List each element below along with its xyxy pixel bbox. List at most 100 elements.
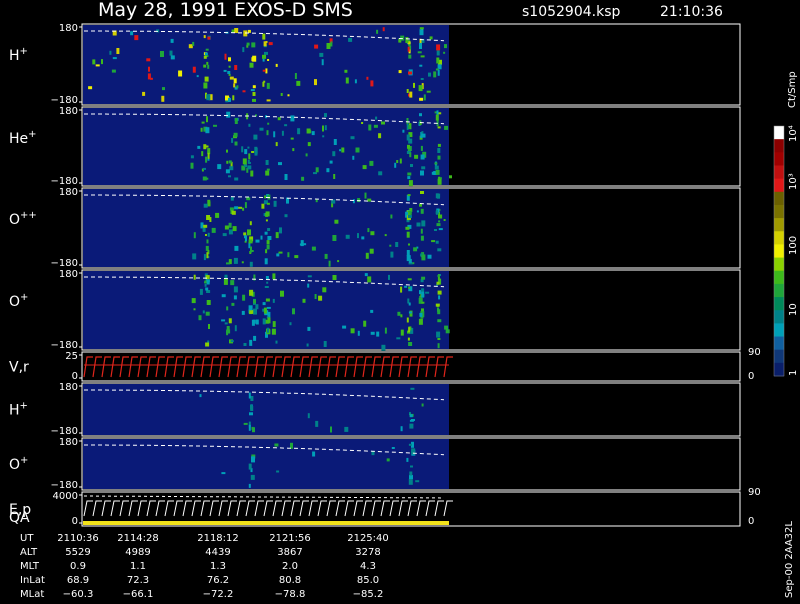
spectrogram-cell [406,118,409,124]
spectrogram-cell [444,325,449,330]
spectrogram-cell [230,196,234,201]
spectrogram-cell [437,338,441,340]
orbit-value: 85.0 [357,575,379,586]
spectrogram-cell [207,201,211,207]
spectrogram-cell [438,176,441,179]
spectrogram-cell [408,243,410,246]
spectrogram-cell [437,155,441,160]
spectrogram-cell [248,153,251,160]
orbit-value: 76.2 [207,575,229,586]
spectrogram-cell [271,328,276,335]
spectrogram-cell [319,52,324,57]
panel-label-sup: + [28,129,36,140]
y-tick-top: 180 [59,382,78,393]
spectrogram-cell [311,131,315,136]
spectrogram-cell [243,343,247,346]
spectrogram-cell [400,286,403,293]
spectrogram-cell [389,244,392,247]
spectrogram-cell [208,324,210,329]
spectrogram-cell [307,413,310,419]
spectrogram-cell [435,114,439,121]
spectrogram-cell [234,325,237,332]
spectrogram-cell [238,206,243,209]
panel-label: O+ [9,292,28,310]
spectrogram-cell [436,110,439,115]
y-tick-top: 180 [59,269,78,280]
y-tick-bottom: −180 [51,95,78,106]
spectrogram-cell [420,145,423,151]
spectrogram-cell [434,165,439,170]
spectrogram-cell [203,64,207,68]
spectrogram-cell [116,48,120,54]
y-tick-bottom: −180 [51,426,78,437]
spectrogram-cell [425,291,430,294]
spectrogram-cell [405,37,409,43]
spectrogram-cell [409,475,413,479]
spectrogram-cell [284,174,288,180]
plot-title: May 28, 1991 EXOS-D SMS [98,0,353,21]
spectrogram-cell [330,41,333,47]
spectrogram-cell [248,483,251,488]
spectrogram-cell [249,339,253,346]
spectrogram-cell [419,97,424,101]
spectrogram-cell [251,151,255,153]
orbit-row: MLT 0.9 1.1 1.3 2.0 4.3 [20,561,376,572]
orbit-value: −66.1 [123,589,154,600]
orbit-row: UT 2110:36 2114:28 2118:12 2121:56 2125:40 [20,533,389,544]
spectrogram-cell [275,142,278,147]
spectrogram-cell [266,130,269,136]
spectrogram-cell [272,273,276,280]
spectrogram-cell [311,246,316,251]
header: May 28, 1991 EXOS-D SMS s1052904.ksp 21:… [98,0,723,21]
spectrogram-cell [364,273,368,277]
spectrogram-cell [396,337,401,340]
spectrogram-cell [263,307,267,314]
spectrogram-cell [233,295,237,300]
spectrogram-cell [409,419,414,422]
spectrogram-cell [170,55,175,60]
spectrogram-cell [251,42,256,48]
spectrogram-cell [231,137,234,143]
spectrogram-cell [225,169,230,174]
spectrogram-cell [252,85,256,89]
orbit-value: 1.3 [210,561,226,572]
spectrogram-cell [266,327,269,333]
spectrogram-cell [302,243,307,246]
colorbar-swatch [774,165,784,180]
spectrogram-cell [264,51,268,55]
spectrogram-cell [350,328,355,334]
orbit-row-name: InLat [20,575,45,586]
spectrogram-cell [405,226,410,230]
spectrogram-cell [206,239,209,244]
spectrogram-cell [246,197,251,201]
orbit-value: −78.8 [275,589,306,600]
spectrogram-cell [226,262,230,265]
spectrogram-cell [227,71,231,74]
spectrogram-cell [260,235,263,240]
spectrogram-cell [215,212,220,218]
spectrogram-cell [419,29,424,36]
spectrogram-cell [427,254,432,259]
spectrogram-cell [203,203,208,208]
spectrogram-cell [315,420,319,427]
spectrogram-cell [242,158,247,165]
orbit-value: 2118:12 [197,533,239,544]
panel-label-sup: ++ [20,210,37,221]
spectrogram-cell [275,340,278,344]
spectrogram-cell [261,203,265,209]
spectrogram-cell [248,123,251,127]
spectrogram-cell [226,306,229,311]
spectrogram-cell [406,231,410,238]
spectrogram-cell [265,298,270,302]
spectrogram-cell [247,229,251,236]
spectrogram-cell [363,320,367,327]
spectrogram-cell [234,65,238,70]
spectrogram-cell [205,342,210,347]
spectrogram-cell [345,234,350,239]
spectrogram-cell [242,294,246,301]
spectrogram-cell [435,193,439,199]
colorbar-swatch [774,257,784,272]
spectrogram-cell [438,220,441,223]
spectrogram-cell [421,166,426,170]
spectrogram-background [83,384,449,435]
